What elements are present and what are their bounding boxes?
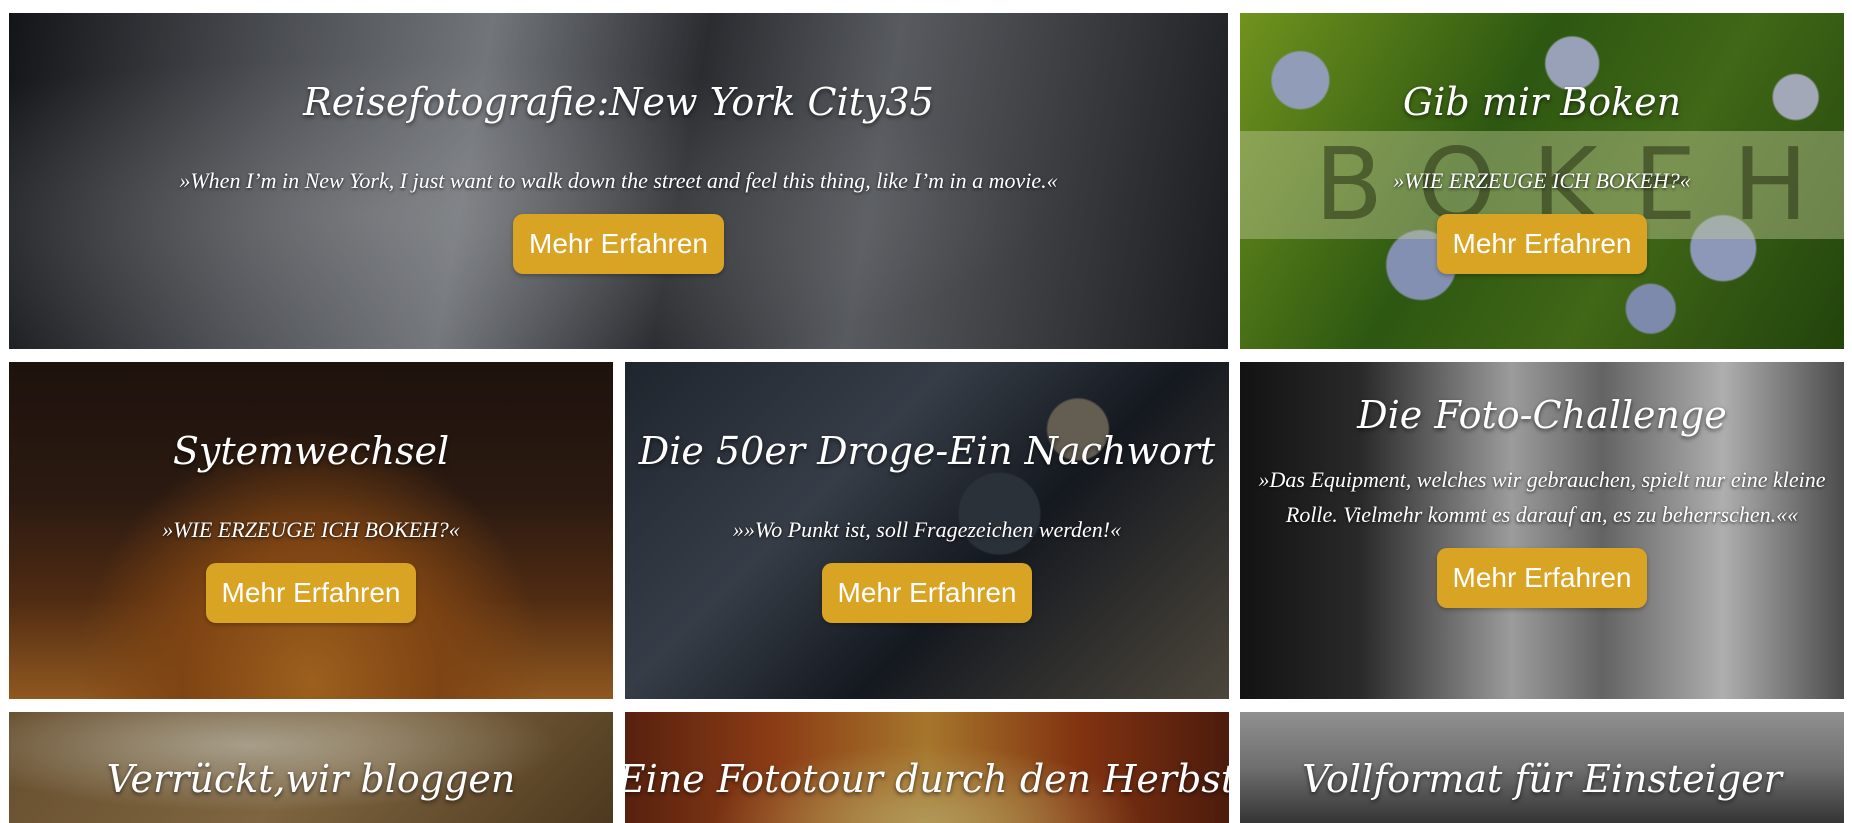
card-title[interactable]: Reisefotografie:New York City35 — [303, 80, 934, 125]
post-card-bloggen[interactable]: Verrückt,wir bloggen — [9, 712, 613, 823]
post-card-foto-challenge[interactable]: Die Foto-Challenge »Das Equipment, welch… — [1240, 362, 1844, 699]
mehr-erfahren-button[interactable]: Mehr Erfahren — [1436, 213, 1648, 274]
post-card-systemwechsel[interactable]: Sytemwechsel »WIE ERZEUGE ICH BOKEH?« Me… — [9, 362, 613, 699]
post-card-herbst[interactable]: Eine Fototour durch den Herbst — [625, 712, 1229, 823]
mehr-erfahren-button[interactable]: Mehr Erfahren — [1436, 547, 1648, 608]
card-title[interactable]: Eine Fototour durch den Herbst — [625, 757, 1229, 802]
post-card-new-york[interactable]: Reisefotografie:New York City35 »When I’… — [9, 13, 1228, 349]
post-card-bokeh[interactable]: BOKEH Gib mir Boken »WIE ERZEUGE ICH BOK… — [1240, 13, 1844, 349]
card-quote: »WIE ERZEUGE ICH BOKEH?« — [1393, 167, 1691, 193]
card-title[interactable]: Die Foto-Challenge — [1357, 393, 1727, 438]
card-title[interactable]: Verrückt,wir bloggen — [107, 757, 516, 802]
card-quote: »WIE ERZEUGE ICH BOKEH?« — [162, 516, 460, 542]
post-card-50er-droge[interactable]: Die 50er Droge-Ein Nachwort »»Wo Punkt i… — [625, 362, 1229, 699]
post-card-vollformat[interactable]: Vollformat für Einsteiger — [1240, 712, 1844, 823]
card-quote: »Das Equipment, welches wir gebrauchen, … — [1258, 466, 1826, 527]
card-title[interactable]: Gib mir Boken — [1403, 80, 1681, 125]
card-quote: »»Wo Punkt ist, soll Fragezeichen werden… — [732, 516, 1122, 542]
card-title[interactable]: Vollformat für Einsteiger — [1302, 757, 1782, 802]
mehr-erfahren-button[interactable]: Mehr Erfahren — [513, 213, 724, 274]
card-title[interactable]: Die 50er Droge-Ein Nachwort — [639, 429, 1215, 474]
card-quote: »When I’m in New York, I just want to wa… — [179, 167, 1058, 193]
card-title[interactable]: Sytemwechsel — [173, 429, 449, 474]
mehr-erfahren-button[interactable]: Mehr Erfahren — [205, 562, 417, 623]
mehr-erfahren-button[interactable]: Mehr Erfahren — [821, 562, 1033, 623]
